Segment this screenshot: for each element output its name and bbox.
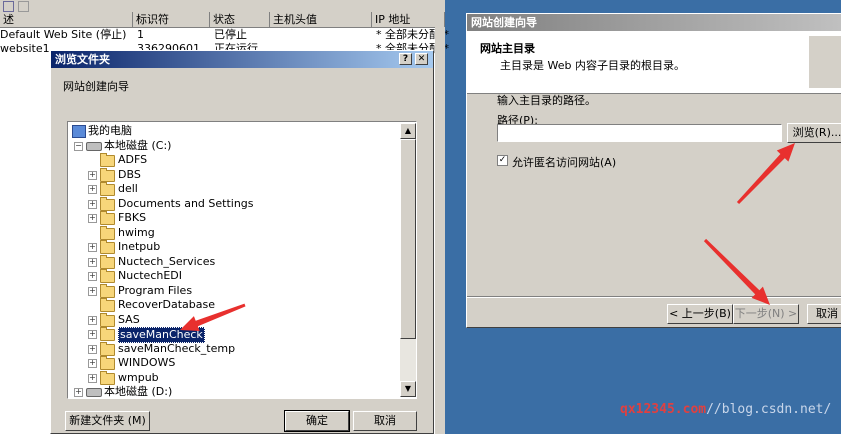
annotation-arrow bbox=[736, 143, 795, 204]
watermark-site: qx12345.com bbox=[620, 402, 707, 417]
annotation-arrow bbox=[703, 238, 770, 305]
watermark-url: //blog.csdn.net/ bbox=[706, 402, 832, 417]
watermark: qx12345.com//blog.csdn.net/ bbox=[620, 402, 831, 417]
annotation-arrows bbox=[180, 143, 795, 331]
annotation-arrow bbox=[180, 303, 246, 331]
